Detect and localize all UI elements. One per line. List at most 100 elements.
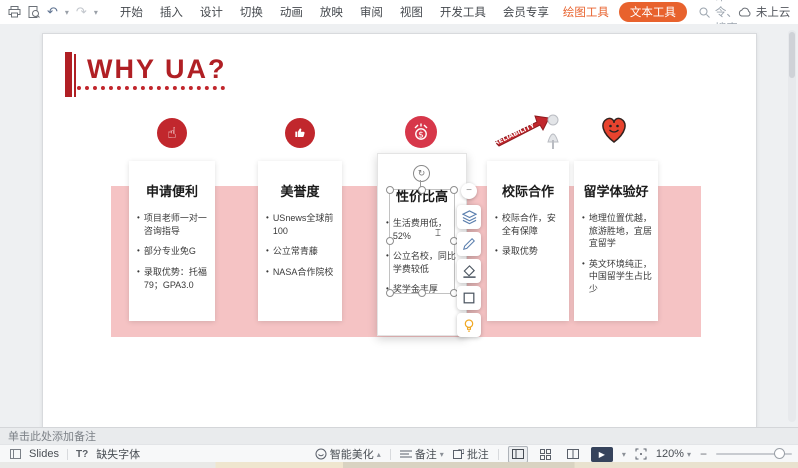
shape-outline-button[interactable]: [457, 286, 481, 310]
slide-sorter-view-button[interactable]: [537, 447, 555, 462]
title-accent-bar-thin: [74, 54, 76, 97]
smart-beautify-button[interactable]: 智能美化▴: [315, 446, 381, 462]
bullet-item: 录取优势：托福79；GPA3.0: [137, 266, 209, 291]
card-school-cooperation[interactable]: 校际合作 校际合作，安全有保障 录取优势: [487, 161, 569, 321]
tab-transition[interactable]: 切换: [240, 4, 263, 20]
card-reputation[interactable]: 美誉度 USnews全球前100 公立常青藤 NASA合作院校: [258, 161, 342, 321]
card-title: 留学体验好: [574, 181, 658, 200]
notes-placeholder: 单击此处添加备注: [8, 428, 96, 444]
slides-label[interactable]: Slides: [29, 448, 59, 460]
tab-membership[interactable]: 会员专享: [503, 4, 549, 20]
tab-drawing-tools[interactable]: 绘图工具: [563, 4, 609, 20]
undo-dropdown-icon[interactable]: ▾: [65, 8, 69, 17]
resize-handle-left[interactable]: [386, 237, 394, 245]
tab-devtools[interactable]: 开发工具: [440, 4, 486, 20]
undo-icon[interactable]: ↶: [47, 4, 58, 20]
smart-tip-button[interactable]: [457, 313, 481, 337]
reading-view-button[interactable]: [564, 447, 582, 462]
cloud-status-button[interactable]: 未上云: [738, 4, 791, 20]
tab-text-tools-active[interactable]: 文本工具: [619, 2, 687, 22]
divider: [498, 449, 499, 460]
thumbs-up-icon[interactable]: [285, 118, 315, 148]
play-slideshow-button[interactable]: ▶: [591, 447, 613, 462]
card-title: 申请便利: [129, 181, 215, 200]
tab-slideshow[interactable]: 放映: [320, 4, 343, 20]
lightbulb-icon: [462, 318, 476, 332]
divider: [67, 449, 68, 460]
bullet-item: USnews全球前100: [266, 212, 336, 237]
workspace: WHY UA? ☝ $ RELIABILITY: [0, 24, 798, 427]
rotate-handle[interactable]: ↻: [413, 165, 430, 182]
print-preview-icon[interactable]: [28, 6, 40, 18]
desktop-edge: [0, 462, 798, 468]
title-dotted-underline: [77, 72, 225, 90]
fit-to-window-icon[interactable]: [635, 448, 647, 460]
save-money-icon[interactable]: $: [405, 116, 437, 148]
resize-handle-top-right[interactable]: [450, 186, 458, 194]
pen-icon: [462, 237, 476, 251]
smiling-heart-icon[interactable]: [594, 109, 634, 149]
slide-canvas[interactable]: WHY UA? ☝ $ RELIABILITY: [42, 33, 757, 429]
comment-button[interactable]: 批注: [453, 446, 489, 462]
notes-toggle-button[interactable]: 备注▾: [400, 446, 444, 462]
tab-view[interactable]: 视图: [400, 4, 423, 20]
pen-button[interactable]: [457, 232, 481, 256]
card-title: 美誉度: [258, 181, 342, 200]
resize-handle-top-left[interactable]: [386, 186, 394, 194]
card-bullets: 校际合作，安全有保障 录取优势: [487, 212, 569, 258]
layers-button[interactable]: [457, 205, 481, 229]
card-bullets: USnews全球前100 公立常青藤 NASA合作院校: [258, 212, 342, 279]
bullet-item: 项目老师一对一咨询指导: [137, 212, 209, 237]
play-options-icon[interactable]: ▾: [622, 450, 626, 459]
notes-bar[interactable]: 单击此处添加备注: [0, 427, 798, 444]
bullet-item: 校际合作，安全有保障: [495, 212, 563, 237]
resize-handle-bottom[interactable]: [418, 289, 426, 297]
tab-review[interactable]: 审阅: [360, 4, 383, 20]
statusbar-left: Slides T? 缺失字体: [0, 446, 140, 462]
card-easy-application[interactable]: 申请便利 项目老师一对一咨询指导 部分专业免G 录取优势：托福79；GPA3.0: [129, 161, 215, 321]
layers-icon: [462, 210, 477, 225]
reading-view-icon: [567, 449, 579, 459]
slides-panel-icon[interactable]: [10, 449, 21, 459]
cloud-icon: [738, 7, 752, 17]
zoom-level[interactable]: 120%▾: [656, 448, 691, 460]
menubar: ↶ ▾ ↷ ▾ 开始 插入 设计 切换 动画 放映 审阅 视图 开发工具 会员专…: [0, 0, 798, 25]
fill-color-button[interactable]: [457, 259, 481, 283]
print-icon[interactable]: [8, 6, 21, 18]
card-bullets: 项目老师一对一咨询指导 部分专业免G 录取优势：托福79；GPA3.0: [129, 212, 215, 291]
bullet-item: 地理位置优越，旅游胜地，宜居宜留学: [582, 212, 652, 250]
tab-animation[interactable]: 动画: [280, 4, 303, 20]
grid-view-icon: [540, 449, 551, 460]
hand-click-icon[interactable]: ☝: [157, 118, 187, 148]
reliability-arrow-icon[interactable]: RELIABILITY: [493, 106, 567, 152]
zoom-slider[interactable]: [716, 453, 792, 455]
resize-handle-top[interactable]: [418, 186, 426, 194]
card-study-experience[interactable]: 留学体验好 地理位置优越，旅游胜地，宜居宜留学 英文环境纯正，中国留学生占比少: [574, 161, 658, 321]
divider: [390, 449, 391, 460]
menu-tabs: 开始 插入 设计 切换 动画 放映 审阅 视图 开发工具 会员专享: [108, 4, 561, 20]
zoom-slider-knob[interactable]: [774, 448, 785, 459]
paint-bucket-icon: [462, 264, 477, 279]
svg-text:RELIABILITY: RELIABILITY: [493, 121, 536, 147]
svg-text:$: $: [418, 130, 424, 140]
menubar-right: 未上云 协作 分享 ⋮: [738, 4, 798, 20]
tab-home[interactable]: 开始: [120, 4, 143, 20]
tab-design[interactable]: 设计: [200, 4, 223, 20]
card-title: 校际合作: [487, 181, 569, 200]
normal-view-button[interactable]: [508, 446, 528, 463]
missing-font-button[interactable]: 缺失字体: [96, 446, 140, 462]
statusbar-right: 智能美化▴ 备注▾ 批注 ▶ ▾ 120%▾ −: [315, 446, 798, 463]
bullet-item: 部分专业免G: [137, 245, 209, 258]
tab-insert[interactable]: 插入: [160, 4, 183, 20]
zoom-out-icon[interactable]: −: [700, 447, 707, 461]
selection-box[interactable]: [389, 189, 455, 294]
collapse-toolbar-button[interactable]: −: [461, 183, 477, 199]
bullet-item: NASA合作院校: [266, 266, 336, 279]
scrollbar-thumb[interactable]: [789, 32, 795, 78]
vertical-scrollbar[interactable]: [788, 30, 796, 422]
redo-icon[interactable]: ↷: [76, 4, 87, 20]
customize-toolbar-icon[interactable]: ▾: [94, 8, 98, 17]
resize-handle-bottom-left[interactable]: [386, 289, 394, 297]
beautify-wand-icon: [315, 448, 327, 460]
notes-lines-icon: [400, 449, 412, 459]
